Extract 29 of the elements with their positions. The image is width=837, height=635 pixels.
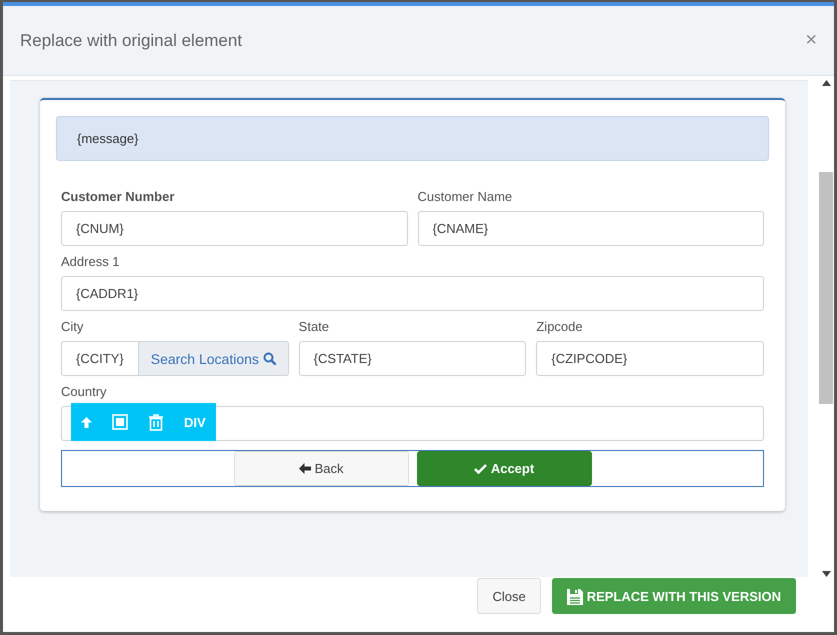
checkmark-icon bbox=[474, 463, 487, 474]
back-button[interactable]: Back bbox=[234, 451, 409, 486]
close-dialog-button[interactable]: Close bbox=[477, 578, 541, 614]
scrollbar[interactable] bbox=[818, 80, 834, 577]
input-field[interactable]: {CNAME} bbox=[418, 211, 764, 246]
message-alert: {message} bbox=[56, 116, 770, 161]
field-label: Zipcode bbox=[536, 319, 584, 334]
arrow-left-icon bbox=[298, 463, 311, 474]
field-label: Customer Name bbox=[418, 189, 514, 204]
field-label: City bbox=[61, 319, 84, 334]
input-field[interactable]: {CZIPCODE} bbox=[536, 341, 764, 376]
scroll-up-icon[interactable] bbox=[822, 80, 831, 86]
input-field[interactable]: {CNUM} bbox=[61, 211, 408, 246]
field-label: Country bbox=[61, 384, 108, 399]
scroll-down-icon[interactable] bbox=[822, 571, 831, 577]
field-label: State bbox=[298, 319, 330, 334]
input-field[interactable]: {CADDR1} bbox=[61, 276, 764, 311]
search-locations-button[interactable]: Search Locations bbox=[139, 341, 289, 376]
field-label: Customer Number bbox=[61, 189, 176, 204]
input-field[interactable]: {CCITY} bbox=[61, 341, 139, 376]
element-tag: DIV bbox=[184, 414, 206, 430]
trash-icon[interactable] bbox=[148, 414, 164, 430]
input-field[interactable]: {CSTATE} bbox=[298, 341, 526, 376]
accept-button[interactable]: Accept bbox=[416, 451, 592, 486]
search-icon bbox=[262, 352, 276, 365]
select-parent-icon[interactable] bbox=[112, 414, 128, 430]
arrow-up-icon[interactable] bbox=[81, 416, 92, 428]
field-label: Address 1 bbox=[61, 254, 121, 269]
dialog-title: Replace with original element bbox=[20, 30, 242, 50]
